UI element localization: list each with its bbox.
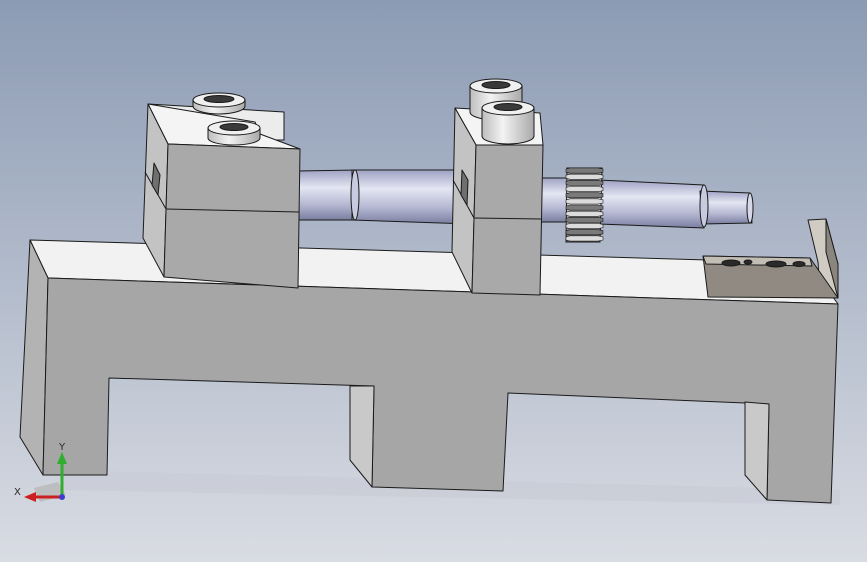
bolt-hole-icon (765, 260, 787, 268)
cad-model-scene[interactable] (0, 0, 867, 562)
x-axis-arrow-icon (24, 492, 36, 502)
bushing-hole-icon (203, 95, 235, 103)
y-axis-arrow-icon (57, 452, 67, 464)
gear-tooth (565, 198, 604, 205)
gear-tooth (565, 223, 604, 229)
gear-tooth (565, 167, 604, 174)
spur-gear[interactable] (565, 167, 604, 243)
bushing[interactable] (481, 100, 535, 145)
gear-tooth (565, 235, 604, 242)
shaft-shoulder-edge (350, 169, 360, 221)
gear-tooth (565, 229, 604, 236)
shaft-step-edge (699, 184, 709, 228)
coordinate-triad: Y X (14, 442, 67, 502)
right-block-front-face (471, 144, 544, 296)
gear-tooth (565, 210, 604, 217)
bushing-hole-icon (481, 81, 511, 89)
shaft-end-face (746, 192, 754, 224)
left-block-front-face (163, 143, 301, 289)
graphics-viewport[interactable]: Y X (0, 0, 867, 562)
bolt-hole-icon (721, 259, 741, 267)
gear-tooth (565, 192, 604, 199)
gear-tooth (565, 180, 604, 186)
bolt-hole-icon (792, 261, 806, 267)
shaft-left-section (297, 169, 358, 221)
bushing[interactable] (207, 120, 261, 146)
y-axis-label: Y (58, 442, 66, 453)
x-axis-label: X (14, 487, 21, 498)
z-axis-dot-icon (59, 494, 65, 500)
gear-tooth (565, 186, 604, 192)
bushing[interactable] (192, 92, 246, 115)
gear-tooth (565, 204, 604, 211)
bushing-hole-icon (219, 123, 249, 131)
shaft-right-section (597, 179, 705, 229)
gear-tooth (565, 173, 604, 180)
bolt-hole-icon (743, 259, 753, 265)
bushing-hole-icon (493, 103, 523, 111)
gear-tooth (565, 217, 604, 223)
